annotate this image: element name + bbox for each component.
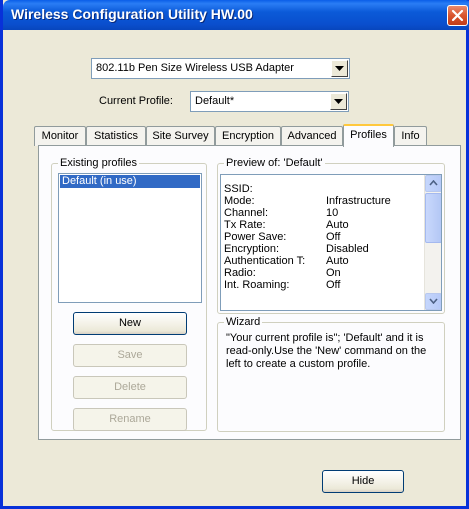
preview-title: Preview of: 'Default': [224, 157, 325, 169]
profiles-tab-panel: Existing profiles Default (in use) New S…: [38, 145, 461, 440]
rename-button[interactable]: Rename: [73, 408, 187, 431]
window-title: Wireless Configuration Utility HW.00: [11, 6, 253, 22]
wizard-title: Wizard: [224, 316, 263, 328]
adapter-select[interactable]: 802.11b Pen Size Wireless USB Adapter: [91, 58, 350, 79]
current-profile-dropdown-button[interactable]: [330, 93, 347, 110]
tab-info[interactable]: Info: [394, 126, 427, 146]
arrow-down-icon: [429, 298, 438, 304]
wizard-line-2: read-only.Use the 'New' command on the: [226, 345, 427, 357]
tab-monitor[interactable]: Monitor: [34, 126, 86, 146]
current-profile-label: Current Profile:: [99, 95, 173, 107]
current-profile-select[interactable]: Default*: [190, 91, 349, 112]
existing-profiles-list[interactable]: Default (in use): [58, 173, 202, 303]
delete-button[interactable]: Delete: [73, 376, 187, 399]
chevron-down-icon: [334, 99, 343, 104]
preview-list[interactable]: SSID: Mode: Infrastructure Channel: 10 Tx …: [220, 174, 442, 311]
list-item[interactable]: Default (in use): [60, 175, 200, 188]
tab-site-survey[interactable]: Site Survey: [146, 126, 215, 146]
existing-profiles-title: Existing profiles: [58, 157, 140, 169]
close-button[interactable]: [447, 5, 468, 26]
tab-statistics[interactable]: Statistics: [86, 126, 146, 146]
tab-encryption[interactable]: Encryption: [215, 126, 281, 146]
new-button[interactable]: New: [73, 312, 187, 335]
preview-scrollbar[interactable]: [424, 175, 441, 310]
scroll-down-button[interactable]: [425, 293, 441, 310]
adapter-select-value: 802.11b Pen Size Wireless USB Adapter: [96, 62, 294, 74]
scroll-thumb[interactable]: [425, 193, 441, 243]
tab-profiles[interactable]: Profiles: [343, 124, 394, 147]
title-bar[interactable]: Wireless Configuration Utility HW.00: [3, 0, 469, 30]
arrow-up-icon: [429, 180, 438, 186]
adapter-select-dropdown-button[interactable]: [331, 60, 348, 77]
hide-button[interactable]: Hide: [322, 470, 404, 493]
save-button[interactable]: Save: [73, 344, 187, 367]
current-profile-value: Default*: [195, 95, 235, 107]
app-window: Wireless Configuration Utility HW.00 802…: [0, 0, 469, 509]
wizard-line-1: "Your current profile is"; 'Default' and…: [226, 332, 424, 344]
wizard-line-3: left to create a custom profile.: [226, 358, 371, 370]
wizard-message: "Your current profile is"; 'Default' and…: [226, 332, 442, 371]
close-icon: [451, 9, 464, 22]
chevron-down-icon: [335, 66, 344, 71]
wizard-group: Wizard "Your current profile is"; 'Defau…: [217, 316, 445, 432]
preview-group: Preview of: 'Default' SSID: Mode: Infrast…: [217, 157, 445, 314]
existing-profiles-group: Existing profiles Default (in use) New S…: [51, 157, 207, 431]
tab-advanced[interactable]: Advanced: [281, 126, 343, 146]
scroll-up-button[interactable]: [425, 175, 441, 192]
